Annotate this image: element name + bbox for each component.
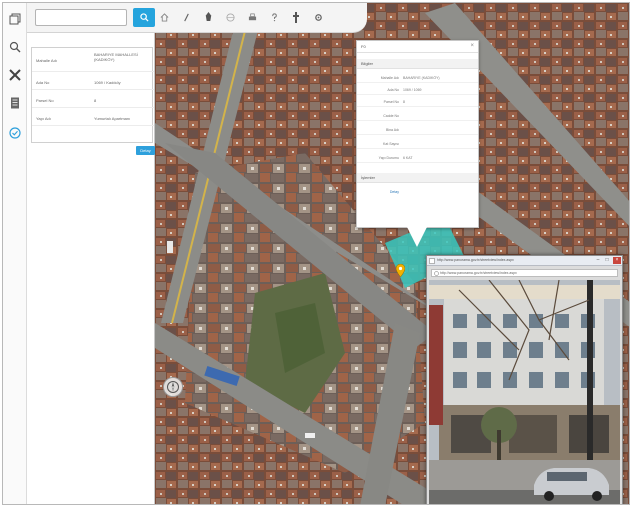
popup-title: F0 (361, 44, 366, 49)
address-url: http://www.panorama.gov.tr/streetview/in… (440, 271, 517, 275)
location-marker-icon[interactable] (396, 264, 405, 277)
popup-action-link[interactable]: Detay (365, 187, 399, 197)
info-row-key: Mahalle Adı (36, 58, 57, 63)
parcel-info-card: Mahalle Adı BAHARIYE MAHALLESİ (KADIKÖY)… (31, 47, 155, 155)
map-navigation-control[interactable] (163, 377, 183, 397)
rail-layers-button[interactable] (7, 11, 23, 27)
minimize-button[interactable]: – (594, 257, 602, 264)
shield-icon (9, 127, 21, 139)
tool-measure-button[interactable] (289, 10, 303, 24)
tools-icon (9, 69, 21, 81)
popup-pointer (407, 227, 427, 247)
application-window: F0 × Bilgiler Mahalle Adı BAHARIYE (KADIK… (2, 2, 630, 505)
settings-icon (314, 13, 322, 21)
info-row: Parsel No 8 (32, 94, 154, 108)
street-view-window[interactable]: http://www.panorama.gov.tr/streetview/in… (426, 255, 623, 504)
rail-search-button[interactable] (7, 39, 23, 55)
popup-row-key: Ada No (387, 88, 399, 92)
popup-row-key: Mahalle Adı (380, 76, 399, 80)
popup-row-key: Kat Sayısı (383, 142, 399, 146)
tool-print-button[interactable] (245, 10, 259, 24)
popup-row: Yapı Durumu 6 KAT (357, 153, 478, 163)
popup-section-info: Bilgiler (357, 59, 478, 69)
maximize-button[interactable]: □ (603, 257, 611, 264)
search-button[interactable] (133, 8, 155, 27)
feature-info-popup: F0 × Bilgiler Mahalle Adı BAHARIYE (KADIK… (356, 40, 479, 228)
globe-icon (434, 271, 439, 276)
printer-icon (248, 13, 256, 20)
popup-row: Parsel No 8 (357, 97, 478, 107)
pencil-icon (183, 13, 189, 21)
popup-row-key: Bina Adı (385, 128, 399, 132)
popup-row-value: 6 KAT (403, 156, 413, 160)
search-icon (9, 41, 21, 53)
tool-home-button[interactable] (157, 10, 171, 24)
layers-icon (9, 13, 21, 25)
popup-close-button[interactable]: × (470, 43, 474, 49)
info-row-key: Parsel No (36, 98, 54, 103)
page-icon (429, 258, 435, 264)
compass-icon (167, 381, 179, 393)
street-view-photo[interactable] (429, 280, 620, 504)
globe-icon (225, 12, 235, 22)
close-window-button[interactable]: × (613, 257, 621, 264)
info-row-value: 8 (94, 98, 97, 103)
rail-shield-button[interactable] (7, 125, 23, 141)
info-row: Yapı Adı Yumurtalı Apartmanı (32, 112, 154, 126)
rail-tools-button[interactable] (7, 67, 23, 83)
rail-document-button[interactable] (7, 95, 23, 111)
popup-section-actions: İşlemler (357, 173, 478, 183)
left-icon-rail (3, 3, 27, 504)
info-row: Ada No 1069 / Kadıköy (32, 76, 154, 90)
popup-row: Bina Adı (357, 125, 478, 135)
info-row: Mahalle Adı BAHARIYE MAHALLESİ (KADIKÖY) (32, 50, 154, 72)
detail-button[interactable]: Detay (136, 146, 155, 155)
info-row-value: BAHARIYE MAHALLESİ (KADIKÖY) (94, 52, 138, 62)
popup-row-value: 8 (403, 100, 405, 104)
popup-row-key: Cadde No (383, 114, 399, 118)
popup-row-key: Yapı Durumu (378, 156, 399, 160)
street-view-title: http://www.panorama.gov.tr/streetview/in… (437, 258, 514, 262)
search-input[interactable] (35, 9, 127, 26)
help-icon (271, 12, 277, 21)
info-row-value: 1069 / Kadıköy (94, 80, 121, 85)
search-icon (139, 13, 149, 22)
lighthouse-icon (205, 12, 211, 22)
tool-icon (293, 11, 299, 23)
popup-row: Mahalle Adı BAHARIYE (KADIKÖY) (357, 73, 478, 83)
street-view-image (429, 280, 620, 504)
info-row-key: Ada No (36, 80, 50, 85)
address-bar[interactable]: http://www.panorama.gov.tr/streetview/in… (431, 269, 618, 277)
info-sidepanel: Mahalle Adı BAHARIYE MAHALLESİ (KADIKÖY)… (27, 33, 155, 504)
popup-row-value: BAHARIYE (KADIKÖY) (403, 76, 440, 80)
street-view-titlebar[interactable]: http://www.panorama.gov.tr/streetview/in… (427, 256, 622, 266)
tool-globe-button[interactable] (223, 10, 237, 24)
home-icon (160, 12, 168, 22)
popup-row: Kat Sayısı (357, 139, 478, 149)
tool-settings-button[interactable] (311, 10, 325, 24)
popup-row: Cadde No (357, 111, 478, 121)
popup-row-key: Parsel No (383, 100, 399, 104)
info-row-key: Yapı Adı (36, 116, 51, 121)
top-toolbar (27, 3, 367, 33)
tool-lighthouse-button[interactable] (201, 10, 215, 24)
tool-draw-button[interactable] (179, 10, 193, 24)
popup-action-row[interactable]: Detay (357, 187, 478, 197)
document-icon (11, 97, 19, 109)
tool-help-button[interactable] (267, 10, 281, 24)
popup-row: Ada No 1069 / 1069 (357, 85, 478, 95)
info-row-value: Yumurtalı Apartmanı (94, 116, 131, 121)
popup-header: F0 × (357, 41, 478, 53)
popup-row-value: 1069 / 1069 (403, 88, 422, 92)
